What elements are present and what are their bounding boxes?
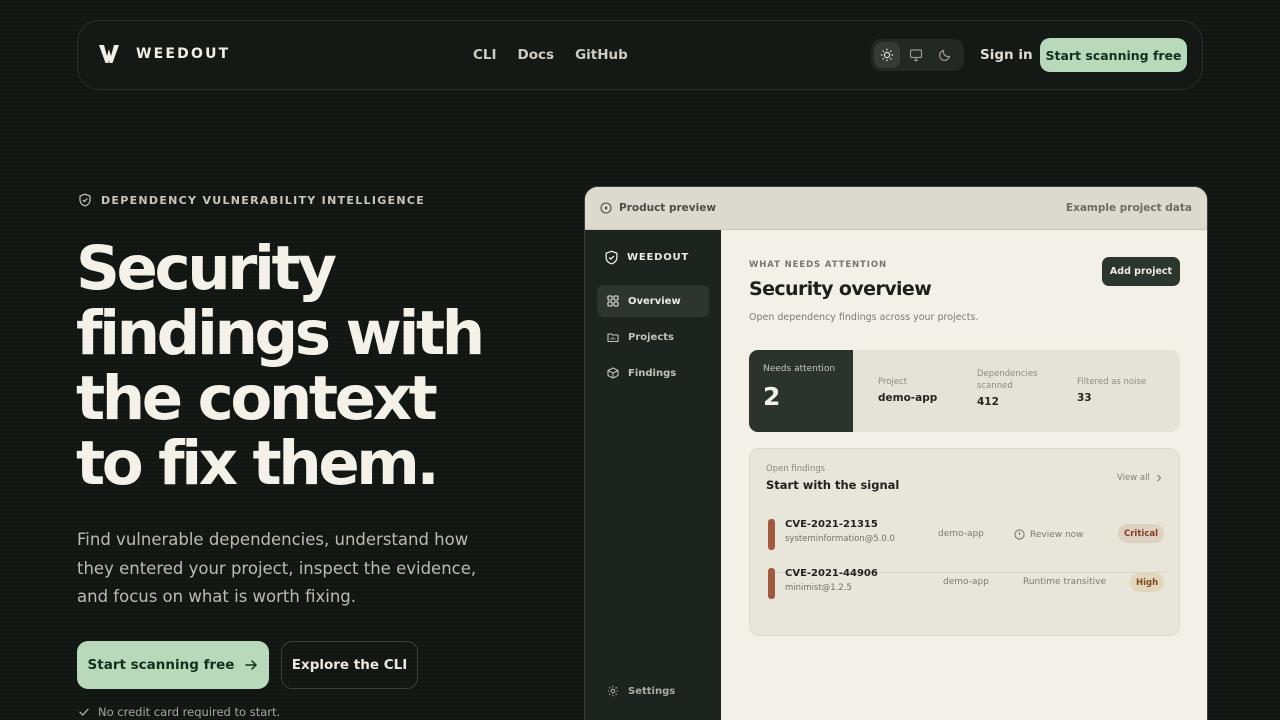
note-text: No credit card required to start. — [98, 705, 281, 719]
headline-line: the context — [76, 363, 438, 434]
status-text: Review now — [1030, 529, 1084, 540]
gear-icon — [607, 685, 619, 697]
status-text: Runtime transitive — [1023, 577, 1106, 587]
needs-attention-stat: Needs attention 2 — [749, 350, 853, 432]
sidebar-item-projects[interactable]: Projects — [597, 321, 709, 353]
settings-label: Settings — [628, 685, 676, 697]
stats-panel: Needs attention 2 Project demo-app Depen… — [749, 350, 1180, 432]
sidebar-item-label: Findings — [628, 367, 677, 379]
play-circle-icon — [600, 202, 612, 214]
brand-name: WEEDOUT — [136, 46, 231, 62]
stat-value: demo-app — [878, 392, 938, 404]
start-scanning-label: Start scanning free — [87, 657, 235, 673]
finding-package: systeminformation@5.0.0 — [785, 534, 895, 544]
shield-check-icon — [605, 250, 618, 265]
headline-line: to fix them. — [76, 428, 440, 499]
finding-package: minimist@1.2.5 — [785, 583, 852, 593]
brand-logo[interactable]: WEEDOUT — [98, 43, 230, 65]
headline-line: Security — [76, 233, 337, 304]
severity-bar — [768, 519, 775, 550]
dependencies-stat: Dependencies scanned 412 — [977, 368, 1057, 408]
stat-label: Dependencies scanned — [977, 369, 1038, 391]
page-subtitle: Open dependency findings across your pro… — [749, 312, 979, 323]
open-findings-panel: Open findings Start with the signal View… — [749, 448, 1180, 636]
hero-headline: Security findings with the context to fi… — [76, 236, 546, 496]
view-all-label: View all — [1117, 473, 1150, 483]
add-project-button[interactable]: Add project — [1102, 257, 1180, 286]
sidebar-item-settings[interactable]: Settings — [607, 685, 675, 697]
preview-sidebar: WEEDOUT Overview Projects Findings Setti… — [585, 230, 721, 720]
stat-value: 2 — [763, 382, 781, 411]
eyebrow-text: DEPENDENCY VULNERABILITY INTELLIGENCE — [101, 193, 426, 207]
nav-link-cli[interactable]: CLI — [473, 47, 497, 63]
finding-row[interactable]: CVE-2021-21315 systeminformation@5.0.0 d… — [766, 515, 1166, 559]
check-icon — [79, 708, 89, 717]
preview-label: Product preview — [600, 202, 716, 214]
arrow-right-icon — [245, 660, 258, 670]
monitor-icon — [909, 49, 923, 62]
finding-cve: CVE-2021-21315 — [785, 519, 878, 530]
stat-label: Filtered as noise — [1077, 377, 1147, 387]
project-stat: Project demo-app — [878, 376, 937, 404]
sign-in-link[interactable]: Sign in — [980, 47, 1033, 63]
sidebar-item-label: Overview — [628, 295, 681, 307]
no-credit-card-note: No credit card required to start. — [78, 705, 280, 719]
explore-cli-button[interactable]: Explore the CLI — [281, 641, 418, 689]
finding-status: Runtime transitive — [1023, 577, 1106, 587]
preview-brand: WEEDOUT — [604, 250, 689, 265]
grid-icon — [607, 295, 619, 307]
weedout-logo-icon — [99, 45, 119, 63]
noise-stat: Filtered as noise 33 — [1077, 376, 1146, 404]
stat-label: Project — [878, 377, 908, 387]
findings-label: Open findings — [766, 464, 826, 474]
stat-value: 412 — [977, 396, 999, 408]
start-scanning-button[interactable]: Start scanning free — [77, 641, 269, 689]
severity-badge: High — [1130, 573, 1165, 592]
severity-bar — [768, 568, 775, 599]
nav-link-github[interactable]: GitHub — [575, 47, 628, 63]
theme-switcher — [871, 39, 964, 71]
sidebar-item-overview[interactable]: Overview — [597, 285, 709, 317]
shield-check-icon — [79, 193, 91, 207]
preview-header: Product preview Example project data — [585, 187, 1207, 230]
theme-light-button[interactable] — [874, 42, 900, 68]
package-icon — [607, 367, 619, 379]
preview-label-text: Product preview — [619, 202, 717, 214]
page-title: Security overview — [749, 278, 932, 300]
hero-subtitle: Find vulnerable dependencies, understand… — [77, 530, 477, 606]
example-data-label: Example project data — [1065, 202, 1192, 214]
sidebar-item-findings[interactable]: Findings — [597, 357, 709, 389]
sun-icon — [880, 48, 894, 62]
sidebar-item-label: Projects — [628, 331, 675, 343]
alert-circle-icon — [1014, 529, 1025, 540]
finding-project: demo-app — [938, 529, 984, 539]
nav-links: CLI Docs GitHub — [473, 47, 628, 63]
chevron-right-icon — [1156, 474, 1162, 482]
finding-cve: CVE-2021-44906 — [785, 568, 878, 579]
product-preview-card: Product preview Example project data WEE… — [584, 186, 1208, 720]
finding-project: demo-app — [943, 577, 989, 587]
nav-start-scanning-button[interactable]: Start scanning free — [1040, 38, 1187, 72]
moon-icon — [939, 49, 951, 61]
stat-label: Needs attention — [763, 364, 836, 374]
preview-sidebar-nav: Overview Projects Findings — [597, 285, 709, 393]
nav-link-docs[interactable]: Docs — [518, 47, 555, 63]
headline-line: findings with — [76, 298, 485, 369]
theme-system-button[interactable] — [903, 42, 929, 68]
finding-status: Review now — [1014, 529, 1084, 540]
severity-badge: Critical — [1118, 524, 1165, 543]
folder-chart-icon — [607, 333, 619, 343]
theme-dark-button[interactable] — [932, 42, 958, 68]
view-all-link[interactable]: View all — [1117, 473, 1163, 483]
stat-value: 33 — [1077, 392, 1092, 404]
preview-brand-name: WEEDOUT — [627, 252, 690, 263]
top-navbar: WEEDOUT CLI Docs GitHub Sign in Start sc… — [77, 20, 1203, 90]
preview-main: WHAT NEEDS ATTENTION Security overview O… — [721, 230, 1207, 720]
hero-eyebrow: DEPENDENCY VULNERABILITY INTELLIGENCE — [78, 193, 425, 207]
findings-title: Start with the signal — [766, 478, 900, 492]
section-eyebrow: WHAT NEEDS ATTENTION — [749, 260, 887, 270]
finding-row[interactable]: CVE-2021-44906 minimist@1.2.5 demo-app R… — [766, 568, 1166, 616]
